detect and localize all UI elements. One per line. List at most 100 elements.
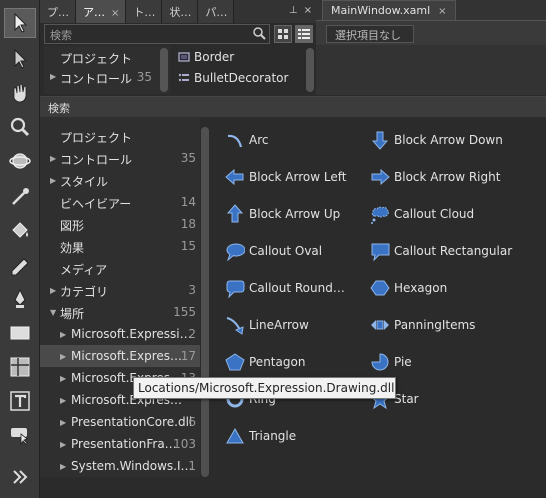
- text-tool-icon[interactable]: [4, 386, 36, 416]
- tab-states[interactable]: 状…: [162, 0, 199, 23]
- eyedropper-tool-icon[interactable]: [4, 182, 36, 212]
- search-input[interactable]: 検索: [44, 24, 270, 44]
- scrollbar[interactable]: [201, 127, 209, 477]
- grid-view-button[interactable]: [274, 25, 292, 43]
- grid-layout-tool-icon[interactable]: [4, 352, 36, 382]
- expand-arrow-icon[interactable]: ▶: [60, 396, 66, 405]
- asset-item-label: Border: [194, 50, 235, 64]
- expand-arrow-icon[interactable]: ▶: [60, 462, 66, 471]
- category-count: 6: [188, 415, 196, 429]
- close-icon[interactable]: ×: [304, 5, 312, 16]
- rectangle-tool-icon[interactable]: [4, 318, 36, 348]
- tab-project[interactable]: プ…: [40, 0, 76, 23]
- category-project[interactable]: プロジェクト: [44, 46, 170, 66]
- asset-item-border[interactable]: Border: [170, 46, 316, 67]
- shape-item[interactable]: Block Arrow Down: [360, 129, 503, 151]
- shape-label: Pie: [394, 355, 412, 369]
- tab-assets[interactable]: ア… ×: [76, 0, 127, 23]
- list-view-button[interactable]: [295, 25, 313, 43]
- tab-parts[interactable]: パ…: [198, 0, 235, 23]
- breadcrumb[interactable]: 選択項目なし: [326, 25, 414, 43]
- pentagon-icon: [225, 353, 245, 371]
- pan-hand-tool-icon[interactable]: [4, 78, 36, 108]
- expand-arrow-icon[interactable]: ▶: [50, 286, 56, 295]
- close-icon[interactable]: ×: [111, 8, 119, 19]
- shape-item[interactable]: Callout Round…: [215, 277, 345, 299]
- category-row[interactable]: ▶ カテゴリ 3: [40, 279, 200, 301]
- expand-arrow-icon[interactable]: ▶: [60, 440, 66, 449]
- expand-arrow-icon[interactable]: ▶: [60, 418, 66, 427]
- category-label: ビヘイビアー: [60, 197, 132, 211]
- line-arrow-icon: [226, 317, 244, 335]
- panel-search-header[interactable]: 検索: [40, 97, 546, 117]
- category-row[interactable]: ビヘイビアー 14: [40, 191, 200, 213]
- eraser-pencil-tool-icon[interactable]: [4, 250, 36, 280]
- category-label: カテゴリ: [60, 285, 109, 299]
- expand-arrow-icon[interactable]: ▶: [60, 330, 66, 339]
- close-icon[interactable]: ×: [438, 6, 446, 17]
- selection-tool-icon[interactable]: [4, 8, 36, 38]
- zoom-tool-icon[interactable]: [4, 112, 36, 142]
- expand-arrow-icon[interactable]: ▶: [60, 352, 66, 361]
- expand-arrow-icon[interactable]: ▶: [50, 154, 56, 163]
- shape-item[interactable]: Triangle: [215, 425, 296, 447]
- category-row[interactable]: 効果 15: [40, 235, 200, 257]
- document-area: MainWindow.xaml × 選択項目なし: [316, 0, 546, 95]
- breadcrumb-bar: 選択項目なし: [316, 20, 546, 45]
- category-row[interactable]: 図形 18: [40, 213, 200, 235]
- tab-triggers[interactable]: ト…: [126, 0, 163, 23]
- shape-item[interactable]: Block Arrow Right: [360, 166, 500, 188]
- paint-bucket-tool-icon[interactable]: [4, 216, 36, 246]
- category-row[interactable]: ▶ PresentationCore.dll 6: [40, 411, 200, 433]
- category-row[interactable]: ▶ System.Windows.I… 1: [40, 455, 200, 477]
- category-controls[interactable]: ▶ コントロール 35: [44, 66, 170, 86]
- category-row[interactable]: ▼ 場所 155: [40, 301, 200, 323]
- shape-item[interactable]: Block Arrow Left: [215, 166, 346, 188]
- shape-item[interactable]: LineArrow: [215, 314, 309, 336]
- document-tab-label: MainWindow.xaml: [331, 4, 431, 17]
- top-asset-list: Border BulletDecorator: [170, 46, 316, 94]
- category-row[interactable]: ▶ Microsoft.Expres… 17: [40, 345, 200, 367]
- control-tool-icon[interactable]: [4, 420, 36, 450]
- shape-item[interactable]: Hexagon: [360, 277, 447, 299]
- category-row[interactable]: ▶ コントロール 35: [40, 147, 200, 169]
- scrollbar[interactable]: [160, 48, 168, 92]
- pen-tool-icon[interactable]: [4, 284, 36, 314]
- assets-popup-panel: 検索 プロジェクト ▶ コントロール 35 ▶ スタイル ビヘイビアー 14 図形 18 効果 15 メ…: [40, 96, 546, 498]
- tab-label: パ…: [205, 6, 228, 19]
- shape-label: Callout Rectangular: [394, 244, 513, 258]
- expand-arrow-icon[interactable]: ▶: [60, 374, 66, 383]
- category-row[interactable]: ▶ PresentationFra… 103: [40, 433, 200, 455]
- shape-item[interactable]: PanningItems: [360, 314, 475, 336]
- asset-item-bullet-decorator[interactable]: BulletDecorator: [170, 67, 316, 88]
- shape-item[interactable]: Pentagon: [215, 351, 305, 373]
- category-row[interactable]: ▶ Microsoft.Expressi… 2: [40, 323, 200, 345]
- shape-item[interactable]: Pie: [360, 351, 412, 373]
- category-count: 2: [188, 327, 196, 341]
- category-row[interactable]: プロジェクト: [40, 125, 200, 147]
- shape-label: PanningItems: [394, 318, 476, 332]
- category-row[interactable]: ▶ スタイル: [40, 169, 200, 191]
- shape-item[interactable]: Callout Cloud: [360, 203, 474, 225]
- assets-expander-icon[interactable]: [4, 462, 36, 492]
- pin-icon[interactable]: ⊥: [289, 5, 298, 16]
- expand-arrow-icon[interactable]: ▶: [50, 176, 56, 185]
- scrollbar[interactable]: [306, 48, 314, 92]
- expand-arrow-icon[interactable]: ▼: [50, 308, 56, 317]
- document-tab[interactable]: MainWindow.xaml ×: [322, 0, 456, 20]
- shape-item[interactable]: Arc: [215, 129, 268, 151]
- direct-selection-tool-icon[interactable]: [4, 44, 36, 74]
- expand-arrow-icon[interactable]: ▶: [50, 72, 56, 81]
- shape-item[interactable]: Block Arrow Up: [215, 203, 340, 225]
- shape-label: Block Arrow Left: [249, 170, 347, 184]
- shape-item[interactable]: Callout Rectangular: [360, 240, 512, 262]
- category-list: プロジェクト ▶ コントロール 35 ▶ スタイル ビヘイビアー 14 図形 18 効果 15 メディア…: [40, 117, 200, 477]
- camera-orbit-tool-icon[interactable]: [4, 146, 36, 176]
- category-count: 1: [188, 459, 196, 473]
- shape-item[interactable]: Callout Oval: [215, 240, 322, 262]
- arc-icon: [227, 134, 243, 148]
- category-label: スタイル: [60, 175, 109, 189]
- bullet-decorator-icon: [178, 73, 189, 82]
- category-label: Microsoft.Expressi…: [71, 327, 192, 341]
- category-row[interactable]: メディア: [40, 257, 200, 279]
